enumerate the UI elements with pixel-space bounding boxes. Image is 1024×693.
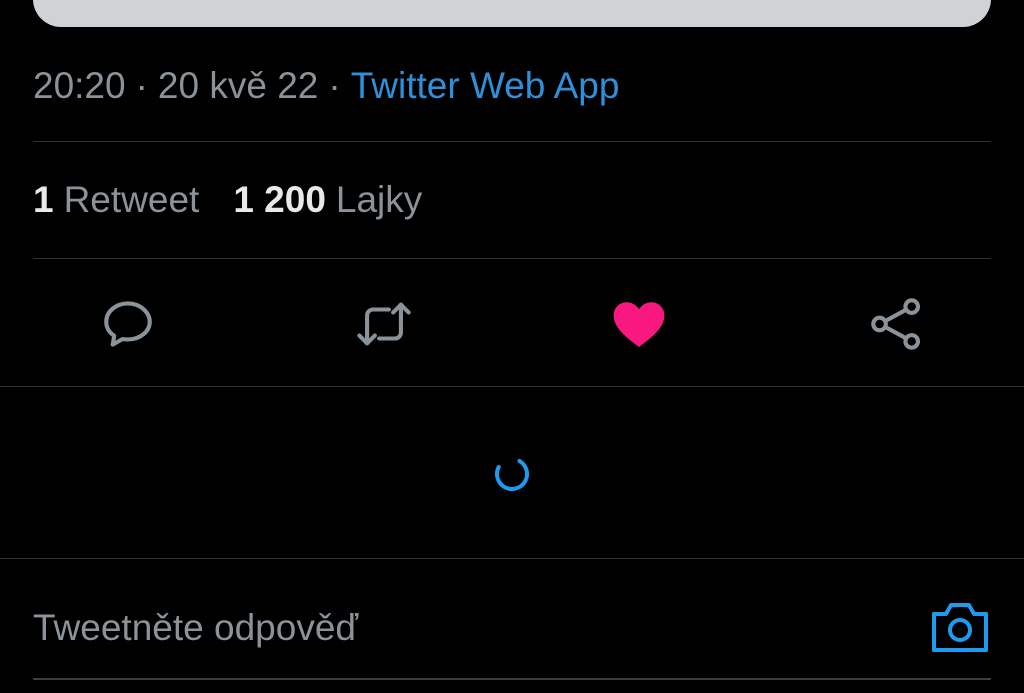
like-button[interactable]: [607, 292, 671, 356]
divider: [33, 141, 991, 142]
reply-icon: [104, 301, 152, 347]
retweets-stat[interactable]: 1 Retweet: [33, 178, 199, 222]
tweet-date[interactable]: 20 kvě 22: [158, 65, 318, 106]
retweet-button[interactable]: [352, 292, 416, 356]
share-button[interactable]: [864, 292, 928, 356]
camera-icon[interactable]: [930, 598, 990, 656]
tweet-source-link[interactable]: Twitter Web App: [351, 65, 620, 106]
likes-stat[interactable]: 1 200 Lajky: [233, 178, 422, 222]
tweet-media-card[interactable]: [33, 0, 991, 27]
tweet-stats-row: 1 Retweet 1 200 Lajky: [33, 178, 456, 222]
meta-separator: ·: [135, 65, 148, 106]
retweet-icon: [357, 302, 411, 346]
share-icon: [871, 298, 921, 350]
divider: [33, 678, 991, 680]
likes-count: 1 200: [233, 179, 326, 220]
heart-filled-icon: [613, 302, 665, 347]
reply-button[interactable]: [96, 292, 160, 356]
divider: [33, 258, 991, 259]
meta-separator: ·: [328, 65, 341, 106]
divider: [0, 386, 1024, 387]
likes-label: Lajky: [335, 179, 423, 220]
retweets-label: Retweet: [63, 179, 200, 220]
tweet-detail-view: 20:20 · 20 kvě 22 · Twitter Web App 1 Retweet…: [0, 0, 1024, 693]
reply-input[interactable]: Tweetněte odpověď: [33, 606, 358, 650]
divider: [0, 558, 1024, 559]
loading-spinner-icon: [495, 457, 529, 491]
tweet-time[interactable]: 20:20: [33, 65, 126, 106]
tweet-meta-row: 20:20 · 20 kvě 22 · Twitter Web App: [33, 64, 619, 108]
retweets-count: 1: [33, 179, 54, 220]
